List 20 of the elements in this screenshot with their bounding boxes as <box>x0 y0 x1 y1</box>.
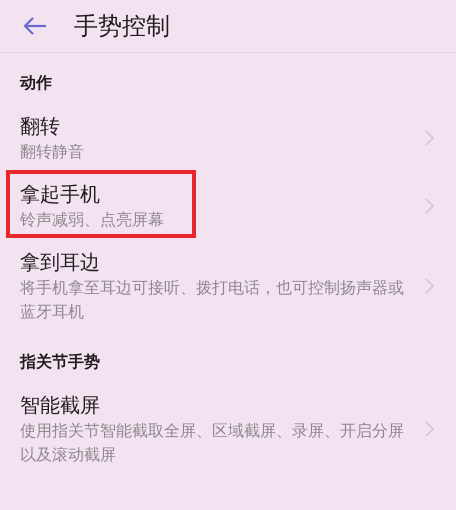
section-header: 指关节手势 <box>18 351 101 373</box>
item-description: 将手机拿至耳边可接听、拨打电话，也可控制扬声器或蓝牙耳机 <box>20 277 405 323</box>
settings-item[interactable]: 拿起手机 铃声减弱、点亮屏幕 <box>0 172 456 240</box>
chevron-icon <box>425 421 434 437</box>
item-title: 翻转 <box>20 113 61 140</box>
item-description: 翻转静音 <box>20 141 84 163</box>
item-description: 铃声减弱、点亮屏幕 <box>20 209 164 231</box>
page-title: 手势控制 <box>74 11 170 42</box>
settings-item[interactable]: 拿到耳边 将手机拿至耳边可接听、拨打电话，也可控制扬声器或蓝牙耳机 <box>0 240 456 332</box>
settings-item[interactable]: 智能截屏 使用指关节智能截取全屏、区域截屏、录屏、开启分屏以及滚动截屏 <box>0 383 456 475</box>
item-title: 智能截屏 <box>20 392 101 419</box>
settings-item[interactable]: 翻转 翻转静音 <box>0 104 456 172</box>
chevron-icon <box>425 278 434 294</box>
item-title: 拿起手机 <box>20 181 101 208</box>
chevron-icon <box>425 198 434 214</box>
item-description: 使用指关节智能截取全屏、区域截屏、录屏、开启分屏以及滚动截屏 <box>20 420 405 466</box>
item-title: 拿到耳边 <box>20 249 101 276</box>
back-icon[interactable] <box>22 16 48 36</box>
section-header: 动作 <box>18 72 53 94</box>
chevron-icon <box>425 130 434 146</box>
